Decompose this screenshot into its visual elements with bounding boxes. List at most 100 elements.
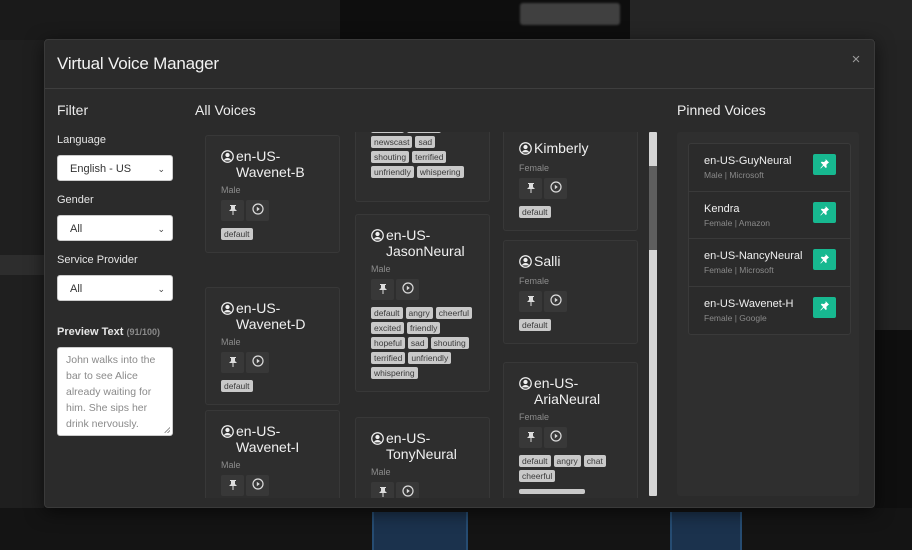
- play-icon: [251, 202, 264, 220]
- pin-icon: [228, 354, 238, 372]
- pin-icon: [526, 293, 536, 311]
- play-icon: [401, 281, 414, 299]
- chevron-down-icon: ⌄: [157, 164, 165, 174]
- provider-label: Service Provider: [57, 254, 138, 266]
- voice-actions: [221, 352, 324, 373]
- voice-gender: Male: [221, 460, 241, 470]
- scrollbar-thumb[interactable]: [649, 166, 657, 250]
- play-button[interactable]: [396, 482, 419, 498]
- voice-tags: default: [221, 228, 324, 240]
- voice-name-line1: en-US-: [236, 148, 281, 164]
- background-left-panel: [0, 40, 44, 510]
- voices-scrollbar[interactable]: [649, 132, 657, 496]
- voice-manager-modal: Virtual Voice Manager × Filter Language …: [44, 39, 875, 508]
- preview-text-input[interactable]: John walks into the bar to see Alice alr…: [57, 347, 173, 436]
- style-tag: hopeful: [407, 132, 442, 133]
- close-icon: ×: [851, 51, 861, 68]
- pin-button[interactable]: [221, 352, 244, 373]
- unpin-button[interactable]: [813, 296, 836, 318]
- language-select[interactable]: English - US ⌄: [57, 155, 173, 181]
- modal-title: Virtual Voice Manager: [57, 54, 219, 73]
- user-icon: [221, 148, 236, 180]
- voice-gender: Female: [519, 276, 550, 286]
- pinned-voices-list: en-US-GuyNeural Male | Microsoft Kendra …: [688, 143, 851, 335]
- gender-select[interactable]: All ⌄: [57, 215, 173, 241]
- style-tag: chat: [583, 455, 606, 467]
- chevron-down-icon: ⌄: [157, 224, 165, 234]
- style-tag: default: [221, 228, 253, 240]
- unpin-button[interactable]: [813, 249, 836, 270]
- user-icon: [519, 140, 534, 158]
- pin-icon: [378, 281, 388, 299]
- unpin-button[interactable]: [813, 201, 836, 223]
- play-button[interactable]: [396, 279, 419, 300]
- pinned-voice-item: en-US-GuyNeural Male | Microsoft: [689, 144, 850, 192]
- style-tag: newscast: [371, 136, 413, 148]
- style-tag: friendly: [406, 322, 441, 334]
- pin-icon: [819, 156, 830, 174]
- voice-card: Kimberly Female default: [503, 132, 638, 231]
- style-tag: whispering: [416, 166, 464, 178]
- provider-value: All: [70, 283, 83, 295]
- play-button[interactable]: [246, 475, 269, 496]
- play-icon: [549, 429, 562, 447]
- background-panel-right: [630, 0, 912, 40]
- style-tag: default: [371, 307, 403, 319]
- pin-button[interactable]: [371, 482, 394, 498]
- play-icon: [251, 477, 264, 495]
- play-button[interactable]: [544, 291, 567, 312]
- provider-select[interactable]: All ⌄: [57, 275, 173, 301]
- style-tag: sad: [415, 136, 436, 148]
- voice-card: en-US- JasonNeural Male default angry cheerfu…: [355, 214, 490, 392]
- pin-icon: [526, 180, 536, 198]
- pinned-voice-item: en-US-NancyNeural Female | Microsoft: [689, 239, 850, 287]
- pinned-voice-item: Kendra Female | Amazon: [689, 192, 850, 239]
- voice-actions: [371, 482, 474, 498]
- voice-gender: Male: [221, 185, 241, 195]
- style-tag: friendly: [371, 132, 405, 133]
- voice-actions: [371, 279, 474, 300]
- close-button[interactable]: ×: [848, 52, 864, 68]
- pin-button[interactable]: [519, 291, 542, 312]
- voice-tags: default angry chat cheerful: [519, 455, 622, 482]
- style-tag: default: [519, 319, 551, 331]
- play-button[interactable]: [544, 178, 567, 199]
- voice-name: en-US- AriaNeural: [519, 375, 622, 407]
- pin-icon: [819, 251, 830, 269]
- resize-handle[interactable]: [164, 427, 170, 433]
- pin-button[interactable]: [519, 178, 542, 199]
- voice-name-text: Kimberly: [534, 140, 588, 158]
- all-voices-title: All Voices: [195, 102, 256, 118]
- user-icon: [371, 430, 386, 462]
- user-icon: [519, 253, 534, 271]
- unpin-button[interactable]: [813, 154, 836, 175]
- voice-card: en-US- Wavenet-B Male default: [205, 135, 340, 253]
- style-tag: terrified: [412, 151, 447, 163]
- voice-actions: [221, 200, 324, 221]
- pin-button[interactable]: [371, 279, 394, 300]
- voice-tags: default angry cheerful excited friendly hopef…: [371, 307, 474, 379]
- play-button[interactable]: [544, 427, 567, 448]
- voice-tags: default: [519, 319, 622, 331]
- voice-actions: [519, 291, 622, 312]
- user-icon: [221, 423, 236, 455]
- pinned-voices-panel: en-US-GuyNeural Male | Microsoft Kendra …: [677, 132, 859, 496]
- voice-gender: Female: [519, 412, 550, 422]
- voice-name-line2: Wavenet-B: [236, 164, 305, 180]
- play-button[interactable]: [246, 352, 269, 373]
- pin-button[interactable]: [221, 475, 244, 496]
- preview-char-count: (91/100): [126, 327, 161, 337]
- voice-name-text: Salli: [534, 253, 560, 271]
- pin-button[interactable]: [519, 427, 542, 448]
- preview-label-text: Preview Text: [57, 326, 124, 338]
- play-button[interactable]: [246, 200, 269, 221]
- language-label: Language: [57, 134, 106, 146]
- style-tag: default: [519, 455, 551, 467]
- voice-card: en-US- TonyNeural Male: [355, 417, 490, 498]
- voice-name-line1: en-US-: [386, 227, 431, 243]
- voice-name-line1: Salli: [534, 253, 561, 269]
- pin-button[interactable]: [221, 200, 244, 221]
- voice-gender: Female: [519, 163, 550, 173]
- voice-name-line1: en-US-: [236, 423, 281, 439]
- style-tag: angry: [553, 455, 581, 467]
